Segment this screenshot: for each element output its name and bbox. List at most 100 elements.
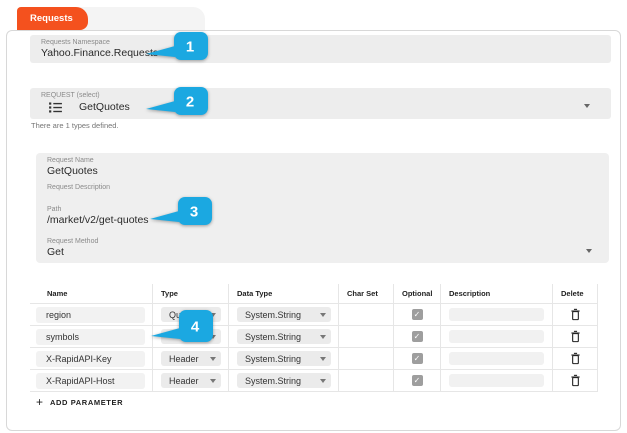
col-header-description: Description bbox=[441, 284, 553, 304]
param-data-type-value: System.String bbox=[245, 332, 301, 342]
param-data-type-dropdown[interactable]: System.String bbox=[237, 329, 331, 344]
chevron-down-icon bbox=[320, 357, 326, 361]
col-header-delete: Delete bbox=[553, 284, 598, 304]
types-defined-note: There are 1 types defined. bbox=[31, 121, 119, 130]
callout-4: 4 bbox=[149, 310, 213, 344]
table-row bbox=[553, 326, 598, 348]
optional-checkbox[interactable]: ✓ bbox=[412, 309, 423, 320]
table-row: System.String bbox=[229, 370, 339, 392]
path-value[interactable]: /market/v2/get-quotes bbox=[47, 214, 149, 226]
param-name-input[interactable]: X-RapidAPI-Host bbox=[36, 373, 145, 389]
table-row bbox=[553, 370, 598, 392]
param-data-type-dropdown[interactable]: System.String bbox=[237, 373, 331, 388]
namespace-label: Requests Namespace bbox=[41, 39, 611, 46]
col-header-data-type: Data Type bbox=[229, 284, 339, 304]
check-icon: ✓ bbox=[414, 332, 421, 341]
request-method-value[interactable]: Get bbox=[47, 246, 64, 258]
chevron-down-icon bbox=[320, 379, 326, 383]
param-char-set-cell bbox=[339, 348, 394, 370]
request-detail-card: Request Name GetQuotes Request Descripti… bbox=[36, 153, 609, 263]
chevron-down-icon bbox=[210, 379, 216, 383]
param-char-set-cell bbox=[339, 304, 394, 326]
col-header-type: Type bbox=[153, 284, 229, 304]
param-name-input[interactable]: X-RapidAPI-Key bbox=[36, 351, 145, 367]
chevron-down-icon bbox=[320, 313, 326, 317]
table-row: Header bbox=[153, 348, 229, 370]
param-type-dropdown[interactable]: Header bbox=[161, 351, 221, 366]
callout-4-number: 4 bbox=[191, 319, 200, 336]
param-description-input[interactable] bbox=[449, 308, 544, 321]
request-method-label: Request Method bbox=[47, 238, 98, 245]
table-row bbox=[441, 326, 553, 348]
param-char-set-cell bbox=[339, 370, 394, 392]
col-header-optional: Optional bbox=[394, 284, 441, 304]
callout-3-number: 3 bbox=[190, 204, 198, 221]
tab-requests[interactable]: Requests bbox=[17, 7, 88, 30]
plus-icon: + bbox=[36, 397, 43, 407]
callout-2: 2 bbox=[144, 87, 208, 117]
request-select-label: REQUEST (select) bbox=[41, 92, 611, 99]
tab-requests-label: Requests bbox=[30, 13, 73, 24]
table-row bbox=[441, 370, 553, 392]
table-row: region bbox=[30, 304, 153, 326]
table-row: ✓ bbox=[394, 348, 441, 370]
param-name-input[interactable]: symbols bbox=[36, 329, 145, 345]
chevron-down-icon bbox=[586, 249, 592, 253]
path-label: Path bbox=[47, 206, 61, 213]
callout-3: 3 bbox=[148, 197, 212, 227]
optional-checkbox[interactable]: ✓ bbox=[412, 375, 423, 386]
callout-1-number: 1 bbox=[186, 39, 194, 56]
optional-checkbox[interactable]: ✓ bbox=[412, 353, 423, 364]
col-header-char-set: Char Set bbox=[339, 284, 394, 304]
chevron-down-icon bbox=[584, 104, 590, 108]
namespace-value: Yahoo.Finance.Requests bbox=[41, 47, 611, 59]
check-icon: ✓ bbox=[414, 310, 421, 319]
table-row: symbols bbox=[30, 326, 153, 348]
optional-checkbox[interactable]: ✓ bbox=[412, 331, 423, 342]
requests-panel: Requests Namespace Yahoo.Finance.Request… bbox=[6, 30, 621, 431]
table-row bbox=[553, 348, 598, 370]
request-name-value[interactable]: GetQuotes bbox=[47, 165, 98, 177]
delete-icon[interactable] bbox=[570, 330, 581, 343]
param-description-input[interactable] bbox=[449, 374, 544, 387]
callout-1: 1 bbox=[144, 32, 208, 62]
param-data-type-dropdown[interactable]: System.String bbox=[237, 307, 331, 322]
delete-icon[interactable] bbox=[570, 308, 581, 321]
param-description-input[interactable] bbox=[449, 352, 544, 365]
callout-2-number: 2 bbox=[186, 94, 194, 111]
table-row: ✓ bbox=[394, 326, 441, 348]
table-row: ✓ bbox=[394, 304, 441, 326]
table-row: X-RapidAPI-Key bbox=[30, 348, 153, 370]
param-data-type-dropdown[interactable]: System.String bbox=[237, 351, 331, 366]
add-parameter-button[interactable]: + ADD PARAMETER bbox=[36, 397, 123, 407]
table-row: X-RapidAPI-Host bbox=[30, 370, 153, 392]
chevron-down-icon bbox=[210, 357, 216, 361]
param-char-set-cell bbox=[339, 326, 394, 348]
col-header-name: Name bbox=[30, 284, 153, 304]
parameters-table: Name Type Data Type Char Set Optional De… bbox=[30, 284, 598, 392]
request-editor-page: Requests Requests Namespace Yahoo.Financ… bbox=[0, 0, 627, 433]
request-name-label: Request Name bbox=[47, 157, 94, 164]
check-icon: ✓ bbox=[414, 376, 421, 385]
chevron-down-icon bbox=[320, 335, 326, 339]
table-row: ✓ bbox=[394, 370, 441, 392]
list-icon bbox=[49, 102, 62, 113]
table-row bbox=[441, 304, 553, 326]
delete-icon[interactable] bbox=[570, 374, 581, 387]
param-type-dropdown[interactable]: Header bbox=[161, 373, 221, 388]
param-name-input[interactable]: region bbox=[36, 307, 145, 323]
request-description-label[interactable]: Request Description bbox=[47, 184, 110, 191]
add-parameter-label: ADD PARAMETER bbox=[50, 398, 123, 407]
param-description-input[interactable] bbox=[449, 330, 544, 343]
table-row: Header bbox=[153, 370, 229, 392]
param-data-type-value: System.String bbox=[245, 354, 301, 364]
param-type-value: Header bbox=[169, 376, 199, 386]
param-data-type-value: System.String bbox=[245, 376, 301, 386]
table-row: System.String bbox=[229, 304, 339, 326]
table-row: System.String bbox=[229, 348, 339, 370]
table-row: System.String bbox=[229, 326, 339, 348]
check-icon: ✓ bbox=[414, 354, 421, 363]
delete-icon[interactable] bbox=[570, 352, 581, 365]
request-select[interactable]: REQUEST (select) GetQuotes bbox=[30, 88, 611, 119]
namespace-field[interactable]: Requests Namespace Yahoo.Finance.Request… bbox=[30, 35, 611, 63]
